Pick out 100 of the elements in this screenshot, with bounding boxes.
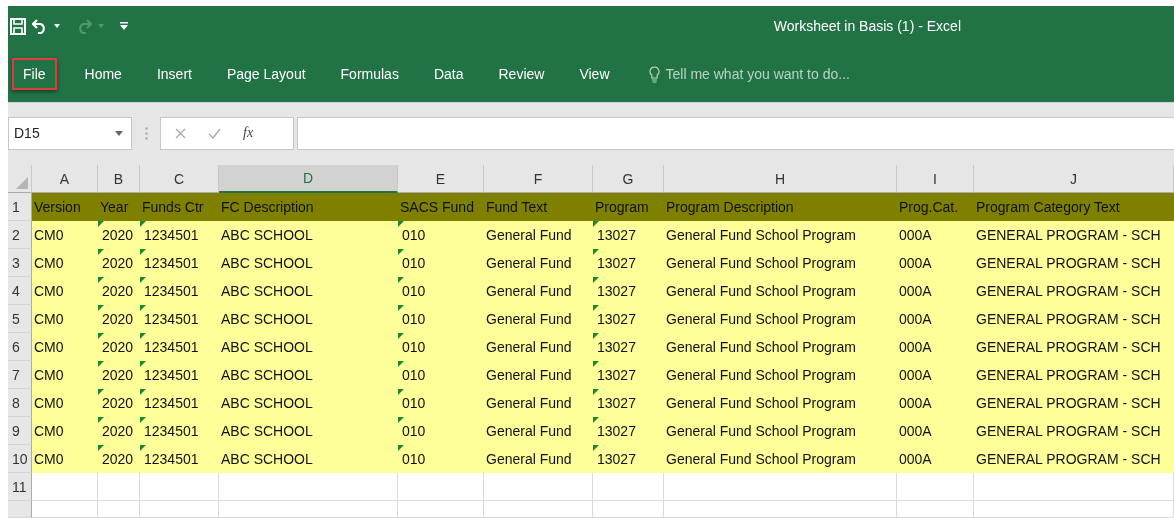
name-box[interactable]: D15	[8, 116, 132, 150]
table-cell: 1234501	[140, 445, 219, 473]
error-indicator-icon[interactable]	[398, 249, 404, 255]
row-header[interactable]: 5	[8, 305, 32, 333]
column-title: Program Category Text	[974, 193, 1174, 221]
column-header[interactable]: E	[398, 165, 484, 193]
formula-input[interactable]	[297, 116, 1174, 150]
error-indicator-icon[interactable]	[593, 249, 599, 255]
ribbon-tab[interactable]: Formulas	[326, 58, 413, 90]
table-cell: 010	[398, 305, 484, 333]
row-header[interactable]: 10	[8, 445, 32, 473]
column-header[interactable]: J	[974, 165, 1174, 193]
error-indicator-icon[interactable]	[593, 221, 599, 227]
ribbon-tab[interactable]: Data	[419, 58, 478, 90]
table-cell: GENERAL PROGRAM - SCH	[974, 221, 1174, 249]
table-cell: 1234501	[140, 389, 219, 417]
dropdown-icon[interactable]	[115, 130, 123, 136]
table-cell: 2020	[98, 305, 140, 333]
table-cell: 000A	[897, 389, 974, 417]
table-cell: ABC SCHOOL	[219, 445, 398, 473]
row-header[interactable]: 8	[8, 389, 32, 417]
column-header[interactable]: G	[593, 165, 664, 193]
table-cell: General Fund	[484, 361, 593, 389]
insert-function-button[interactable]: fx	[243, 125, 254, 141]
ribbon-tab[interactable]: Insert	[142, 58, 206, 90]
table-cell: ABC SCHOOL	[219, 361, 398, 389]
error-indicator-icon[interactable]	[98, 445, 104, 451]
error-indicator-icon[interactable]	[98, 389, 104, 395]
error-indicator-icon[interactable]	[140, 417, 146, 423]
error-indicator-icon[interactable]	[98, 333, 104, 339]
error-indicator-icon[interactable]	[593, 445, 599, 451]
column-header[interactable]: B	[98, 165, 140, 193]
error-indicator-icon[interactable]	[593, 361, 599, 367]
column-header[interactable]: C	[140, 165, 219, 193]
column-header[interactable]: A	[32, 165, 98, 193]
error-indicator-icon[interactable]	[140, 445, 146, 451]
error-indicator-icon[interactable]	[140, 277, 146, 283]
error-indicator-icon[interactable]	[593, 277, 599, 283]
error-indicator-icon[interactable]	[98, 249, 104, 255]
error-indicator-icon[interactable]	[398, 221, 404, 227]
ribbon-tab[interactable]: View	[565, 58, 624, 90]
error-indicator-icon[interactable]	[593, 333, 599, 339]
error-indicator-icon[interactable]	[398, 333, 404, 339]
row-header[interactable]: 11	[8, 473, 32, 501]
row-header[interactable]: 9	[8, 417, 32, 445]
row-header[interactable]: 6	[8, 333, 32, 361]
table-cell: General Fund	[484, 305, 593, 333]
error-indicator-icon[interactable]	[140, 221, 146, 227]
column-title: SACS Fund	[398, 193, 484, 221]
error-indicator-icon[interactable]	[140, 389, 146, 395]
column-header[interactable]: D	[219, 165, 398, 193]
row-header[interactable]: 7	[8, 361, 32, 389]
column-header[interactable]: I	[897, 165, 974, 193]
error-indicator-icon[interactable]	[140, 305, 146, 311]
row-header[interactable]: 3	[8, 249, 32, 277]
error-indicator-icon[interactable]	[593, 417, 599, 423]
table-cell: General Fund School Program	[664, 305, 897, 333]
error-indicator-icon[interactable]	[398, 445, 404, 451]
ribbon-tab[interactable]: Home	[70, 58, 136, 90]
table-cell: 13027	[593, 305, 664, 333]
error-indicator-icon[interactable]	[140, 249, 146, 255]
error-indicator-icon[interactable]	[398, 417, 404, 423]
error-indicator-icon[interactable]	[398, 361, 404, 367]
error-indicator-icon[interactable]	[398, 389, 404, 395]
error-indicator-icon[interactable]	[398, 277, 404, 283]
table-cell: 13027	[593, 445, 664, 473]
error-indicator-icon[interactable]	[593, 305, 599, 311]
table-cell: ABC SCHOOL	[219, 417, 398, 445]
cancel-icon[interactable]	[175, 127, 186, 139]
error-indicator-icon[interactable]	[398, 305, 404, 311]
caret-icon[interactable]	[54, 24, 60, 28]
table-cell: General Fund	[484, 389, 593, 417]
error-indicator-icon[interactable]	[98, 305, 104, 311]
checkmark-icon[interactable]	[208, 127, 221, 139]
error-indicator-icon[interactable]	[140, 361, 146, 367]
ribbon-tab[interactable]: Review	[484, 58, 559, 90]
table-cell: CM0	[32, 445, 98, 473]
error-indicator-icon[interactable]	[98, 277, 104, 283]
error-indicator-icon[interactable]	[98, 417, 104, 423]
row-header[interactable]: 1	[8, 193, 32, 221]
table-cell: CM0	[32, 417, 98, 445]
error-indicator-icon[interactable]	[140, 333, 146, 339]
table-cell: GENERAL PROGRAM - SCH	[974, 305, 1174, 333]
table-cell: General Fund School Program	[664, 445, 897, 473]
column-header[interactable]: F	[484, 165, 593, 193]
save-icon[interactable]	[10, 17, 26, 35]
row-header[interactable]: 4	[8, 277, 32, 305]
undo-icon[interactable]	[32, 18, 48, 34]
row-header[interactable]: 2	[8, 221, 32, 249]
error-indicator-icon[interactable]	[98, 361, 104, 367]
table-cell: CM0	[32, 333, 98, 361]
error-indicator-icon[interactable]	[98, 221, 104, 227]
error-indicator-icon[interactable]	[593, 389, 599, 395]
ribbon-tab[interactable]: Page Layout	[212, 58, 320, 90]
column-header[interactable]: H	[664, 165, 897, 193]
table-cell	[593, 501, 664, 518]
ribbon-tab[interactable]: File	[12, 58, 57, 90]
table-cell: General Fund	[484, 333, 593, 361]
tell-me-field[interactable]: Tell me what you want to do...	[665, 66, 850, 82]
customize-toolbar-icon[interactable]	[120, 22, 128, 30]
